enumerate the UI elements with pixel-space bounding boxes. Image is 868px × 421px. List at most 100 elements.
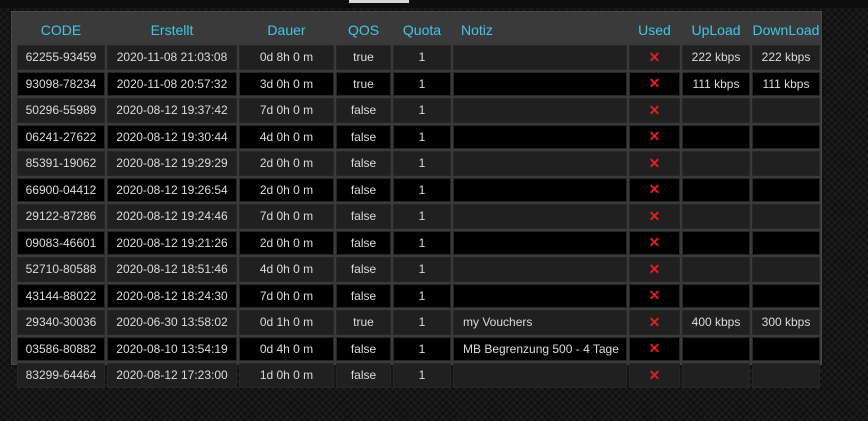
close-icon: ✕ — [648, 366, 661, 383]
cell-quota: 1 — [393, 336, 451, 361]
cell-code: 83299-64464 — [17, 363, 105, 388]
cell-quota: 1 — [393, 45, 451, 70]
cell-created: 2020-08-12 17:23:00 — [107, 363, 237, 388]
cell-qos: false — [336, 336, 391, 361]
column-header-note[interactable]: Notiz — [453, 17, 627, 43]
cell-duration: 0d 1h 0 m — [239, 310, 334, 335]
cell-code: 03586-80882 — [17, 336, 105, 361]
close-icon: ✕ — [648, 128, 661, 145]
cell-quota: 1 — [393, 230, 451, 255]
cell-download — [752, 283, 820, 308]
table-row[interactable]: 50296-55989 2020-08-12 19:37:42 7d 0h 0 mf… — [17, 98, 820, 123]
cell-qos: true — [336, 310, 391, 335]
close-icon: ✕ — [648, 48, 661, 65]
cell-quota: 1 — [393, 363, 451, 388]
cell-duration: 7d 0h 0 m — [239, 283, 334, 308]
cell-used: ✕ — [629, 124, 680, 149]
cell-upload — [682, 336, 750, 361]
cell-duration: 1d 0h 0 m — [239, 363, 334, 388]
cell-note — [453, 257, 627, 282]
table-row[interactable]: 85391-19062 2020-08-12 19:29:29 2d 0h 0 mf… — [17, 151, 820, 176]
column-header-quota[interactable]: Quota — [393, 17, 451, 43]
cell-used: ✕ — [629, 363, 680, 388]
cell-duration: 0d 4h 0 m — [239, 336, 334, 361]
cell-note — [453, 204, 627, 229]
cell-used: ✕ — [629, 336, 680, 361]
cell-code: 43144-88022 — [17, 283, 105, 308]
table-row[interactable]: 29340-30036 2020-06-30 13:58:02 0d 1h 0 mt… — [17, 310, 820, 335]
cell-note — [453, 283, 627, 308]
cell-download — [752, 151, 820, 176]
close-icon: ✕ — [648, 181, 661, 198]
cell-duration: 3d 0h 0 m — [239, 71, 334, 96]
cell-quota: 1 — [393, 177, 451, 202]
cell-qos: false — [336, 177, 391, 202]
voucher-table: CODE Erstellt Dauer QOS Quota Notiz Used… — [15, 15, 822, 390]
cell-upload — [682, 204, 750, 229]
cell-created: 2020-08-12 19:30:44 — [107, 124, 237, 149]
cell-upload — [682, 363, 750, 388]
table-row[interactable]: 43144-88022 2020-08-12 18:24:30 7d 0h 0 mf… — [17, 283, 820, 308]
cell-created: 2020-08-12 18:51:46 — [107, 257, 237, 282]
table-row[interactable]: 29122-87286 2020-08-12 19:24:46 7d 0h 0 mf… — [17, 204, 820, 229]
close-icon: ✕ — [648, 101, 661, 118]
cell-qos: false — [336, 230, 391, 255]
cell-download — [752, 124, 820, 149]
table-header: CODE Erstellt Dauer QOS Quota Notiz Used… — [17, 17, 820, 43]
cell-created: 2020-08-12 19:21:26 — [107, 230, 237, 255]
cell-used: ✕ — [629, 45, 680, 70]
cell-download — [752, 336, 820, 361]
cell-quota: 1 — [393, 71, 451, 96]
cell-code: 29340-30036 — [17, 310, 105, 335]
close-icon: ✕ — [648, 154, 661, 171]
table-row[interactable]: 52710-80588 2020-08-12 18:51:46 4d 0h 0 mf… — [17, 257, 820, 282]
cell-note — [453, 124, 627, 149]
column-header-download[interactable]: DownLoad — [752, 17, 820, 43]
table-row[interactable]: 09083-46601 2020-08-12 19:21:26 2d 0h 0 mf… — [17, 230, 820, 255]
cell-qos: false — [336, 151, 391, 176]
column-header-qos[interactable]: QOS — [336, 17, 391, 43]
cell-download — [752, 363, 820, 388]
cell-quota: 1 — [393, 257, 451, 282]
cell-code: 66900-04412 — [17, 177, 105, 202]
table-row[interactable]: 66900-04412 2020-08-12 19:26:54 2d 0h 0 mf… — [17, 177, 820, 202]
column-header-duration[interactable]: Dauer — [239, 17, 334, 43]
cell-created: 2020-08-12 19:29:29 — [107, 151, 237, 176]
cell-duration: 7d 0h 0 m — [239, 204, 334, 229]
cell-upload — [682, 283, 750, 308]
cell-duration: 4d 0h 0 m — [239, 257, 334, 282]
column-header-code[interactable]: CODE — [17, 17, 105, 43]
table-row[interactable]: 93098-78234 2020-11-08 20:57:32 3d 0h 0 mt… — [17, 71, 820, 96]
cell-note — [453, 177, 627, 202]
cell-download — [752, 204, 820, 229]
cell-upload — [682, 124, 750, 149]
cell-qos: false — [336, 98, 391, 123]
cell-code: 29122-87286 — [17, 204, 105, 229]
table-row[interactable]: 06241-27622 2020-08-12 19:30:44 4d 0h 0 mf… — [17, 124, 820, 149]
cell-used: ✕ — [629, 204, 680, 229]
cell-note: my Vouchers — [453, 310, 627, 335]
cell-used: ✕ — [629, 283, 680, 308]
cell-qos: false — [336, 283, 391, 308]
cell-quota: 1 — [393, 124, 451, 149]
column-header-used[interactable]: Used — [629, 17, 680, 43]
cell-download — [752, 98, 820, 123]
table-row[interactable]: 83299-64464 2020-08-12 17:23:00 1d 0h 0 mf… — [17, 363, 820, 388]
cell-note — [453, 98, 627, 123]
cell-upload: 400 kbps — [682, 310, 750, 335]
cell-used: ✕ — [629, 98, 680, 123]
cell-code: 85391-19062 — [17, 151, 105, 176]
column-header-created[interactable]: Erstellt — [107, 17, 237, 43]
cell-duration: 2d 0h 0 m — [239, 151, 334, 176]
cell-download: 300 kbps — [752, 310, 820, 335]
table-row[interactable]: 03586-80882 2020-08-10 13:54:19 0d 4h 0 mf… — [17, 336, 820, 361]
cell-created: 2020-08-12 18:24:30 — [107, 283, 237, 308]
cell-download — [752, 257, 820, 282]
cell-qos: true — [336, 71, 391, 96]
cell-upload — [682, 257, 750, 282]
table-row[interactable]: 62255-93459 2020-11-08 21:03:08 0d 8h 0 mt… — [17, 45, 820, 70]
cell-code: 62255-93459 — [17, 45, 105, 70]
cell-quota: 1 — [393, 151, 451, 176]
column-header-upload[interactable]: UpLoad — [682, 17, 750, 43]
cell-quota: 1 — [393, 98, 451, 123]
